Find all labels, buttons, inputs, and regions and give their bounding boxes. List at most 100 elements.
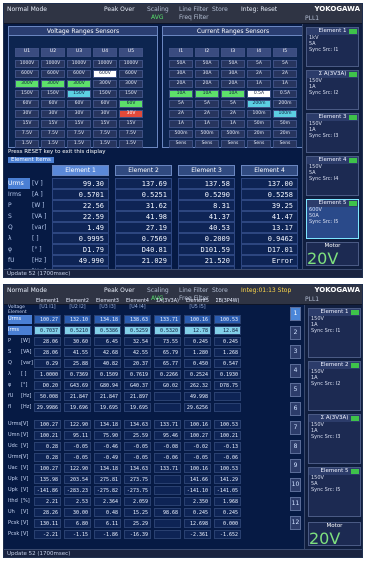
- range-option[interactable]: 150V: [119, 90, 143, 98]
- range-option[interactable]: 200m: [273, 100, 297, 108]
- range-option[interactable]: 5A: [169, 100, 193, 108]
- range-option[interactable]: 30A: [221, 70, 245, 78]
- element-config-box[interactable]: Σ A(3V3A) 150V 1A Sync Src: I2: [306, 70, 359, 110]
- range-option[interactable]: 15V: [119, 120, 143, 128]
- row-label[interactable]: Urms: [8, 178, 30, 189]
- range-option[interactable]: 100m: [273, 110, 297, 118]
- element-tab-4[interactable]: Element 4: [241, 165, 298, 176]
- range-option[interactable]: 50m: [273, 120, 297, 128]
- row-label[interactable]: Urmn: [8, 453, 22, 462]
- element-config-box[interactable]: Element 1 1kV 5A Sync Src: I1: [306, 27, 359, 67]
- page-tab-2[interactable]: 2: [290, 326, 301, 340]
- range-option[interactable]: 10A: [221, 90, 245, 98]
- range-option[interactable]: 2A: [169, 110, 193, 118]
- page-tab-6[interactable]: 6: [290, 402, 301, 416]
- range-option[interactable]: 300V: [119, 80, 143, 88]
- row-label[interactable]: λ: [8, 233, 30, 244]
- range-option[interactable]: 2A: [221, 110, 245, 118]
- range-option[interactable]: 100m: [247, 110, 271, 118]
- element-config-box[interactable]: Σ A(3V3A) 150V 1A Sync Src: I3: [308, 414, 361, 464]
- range-option[interactable]: 30A: [195, 70, 219, 78]
- range-option[interactable]: 1000V: [67, 60, 91, 68]
- element-config-box[interactable]: Element 5 600V 50A Sync Src: I5: [306, 199, 359, 239]
- range-option[interactable]: 20m: [247, 130, 271, 138]
- row-label[interactable]: Uac: [8, 464, 20, 473]
- range-option[interactable]: 10A: [169, 90, 193, 98]
- row-label[interactable]: Irms: [8, 326, 32, 335]
- row-label[interactable]: S: [8, 211, 30, 222]
- row-label[interactable]: P: [8, 337, 20, 346]
- range-option[interactable]: 1A: [169, 120, 193, 128]
- element-config-box[interactable]: Element 4 150V 5A Sync Src: I4: [306, 156, 359, 196]
- range-option[interactable]: 500m: [169, 130, 193, 138]
- range-option[interactable]: 1.5V: [15, 140, 39, 148]
- range-option[interactable]: 5A: [195, 100, 219, 108]
- range-option[interactable]: 1A: [273, 80, 297, 88]
- element-config-box[interactable]: Element 5 150V 5A Sync Src: I5: [308, 467, 361, 517]
- element-column-header[interactable]: Element3 [U3 I3]: [94, 299, 121, 311]
- range-option[interactable]: 50A: [169, 60, 193, 68]
- range-option[interactable]: 60V: [93, 100, 117, 108]
- range-option[interactable]: 60V: [119, 100, 143, 108]
- row-label[interactable]: Upk: [8, 475, 20, 484]
- row-label[interactable]: Urms: [8, 315, 32, 324]
- row-label[interactable]: φ: [8, 244, 30, 255]
- range-option[interactable]: 5A: [273, 60, 297, 68]
- range-option[interactable]: 15V: [67, 120, 91, 128]
- range-option[interactable]: 50m: [247, 120, 271, 128]
- range-option[interactable]: 2A: [247, 70, 271, 78]
- range-option[interactable]: 20A: [195, 80, 219, 88]
- range-option[interactable]: 60V: [15, 100, 39, 108]
- element-tab-2[interactable]: Element 2: [115, 165, 172, 176]
- range-option[interactable]: 1.5V: [119, 140, 143, 148]
- range-option[interactable]: 10A: [195, 90, 219, 98]
- row-label[interactable]: Q: [8, 359, 20, 368]
- element-config-box[interactable]: Element 2 150V 1A Sync Src: I2: [308, 361, 361, 411]
- element-column-header[interactable]: Element5 [U5 I5]: [184, 299, 211, 311]
- element-column-header[interactable]: ΣA(3V3A): [154, 299, 181, 311]
- range-option[interactable]: 30V: [15, 110, 39, 118]
- range-option[interactable]: 50A: [221, 60, 245, 68]
- element-config-box[interactable]: Element 3 150V 1A Sync Src: I3: [306, 113, 359, 153]
- row-label[interactable]: Irms: [8, 189, 30, 200]
- row-label[interactable]: φ: [8, 381, 20, 390]
- range-option[interactable]: 2A: [273, 70, 297, 78]
- page-tab-5[interactable]: 5: [290, 383, 301, 397]
- range-option[interactable]: 30V: [41, 110, 65, 118]
- range-option[interactable]: 20A: [221, 80, 245, 88]
- row-label[interactable]: Umn: [8, 431, 20, 440]
- range-option[interactable]: 60V: [67, 100, 91, 108]
- range-option[interactable]: 1.5V: [67, 140, 91, 148]
- range-option[interactable]: 150V: [15, 90, 39, 98]
- range-option[interactable]: 150V: [67, 90, 91, 98]
- range-option[interactable]: 7.5V: [119, 130, 143, 138]
- row-label[interactable]: Uh: [8, 508, 20, 517]
- motor-box[interactable]: Motor20V20V: [308, 522, 361, 557]
- page-tab-12[interactable]: 12: [290, 516, 301, 530]
- element-items-tab[interactable]: Element Items: [8, 157, 54, 163]
- range-option[interactable]: Sens: [221, 140, 245, 148]
- range-option[interactable]: 15V: [93, 120, 117, 128]
- row-label[interactable]: Urms: [8, 420, 21, 429]
- page-tab-9[interactable]: 9: [290, 459, 301, 473]
- range-option[interactable]: 300V: [93, 80, 117, 88]
- range-option[interactable]: 600V: [67, 70, 91, 78]
- row-label[interactable]: λ: [8, 370, 20, 379]
- range-option[interactable]: 300V: [67, 80, 91, 88]
- range-option[interactable]: 1A: [195, 120, 219, 128]
- element-tab-1[interactable]: Element 1: [52, 165, 109, 176]
- page-tab-4[interactable]: 4: [290, 364, 301, 378]
- range-option[interactable]: Sens: [169, 140, 193, 148]
- page-tab-10[interactable]: 10: [290, 478, 301, 492]
- range-option[interactable]: 150V: [93, 90, 117, 98]
- row-label[interactable]: fU: [8, 255, 30, 266]
- range-option[interactable]: 300V: [41, 80, 65, 88]
- row-label[interactable]: Upk: [8, 486, 20, 495]
- range-option[interactable]: 1.5V: [41, 140, 65, 148]
- row-label[interactable]: Q: [8, 222, 30, 233]
- page-tab-8[interactable]: 8: [290, 440, 301, 454]
- row-label[interactable]: fI: [8, 403, 20, 412]
- element-column-header[interactable]: ΣB(3P4W): [214, 299, 241, 311]
- element-tab-3[interactable]: Element 3: [178, 165, 235, 176]
- range-option[interactable]: 20A: [169, 80, 193, 88]
